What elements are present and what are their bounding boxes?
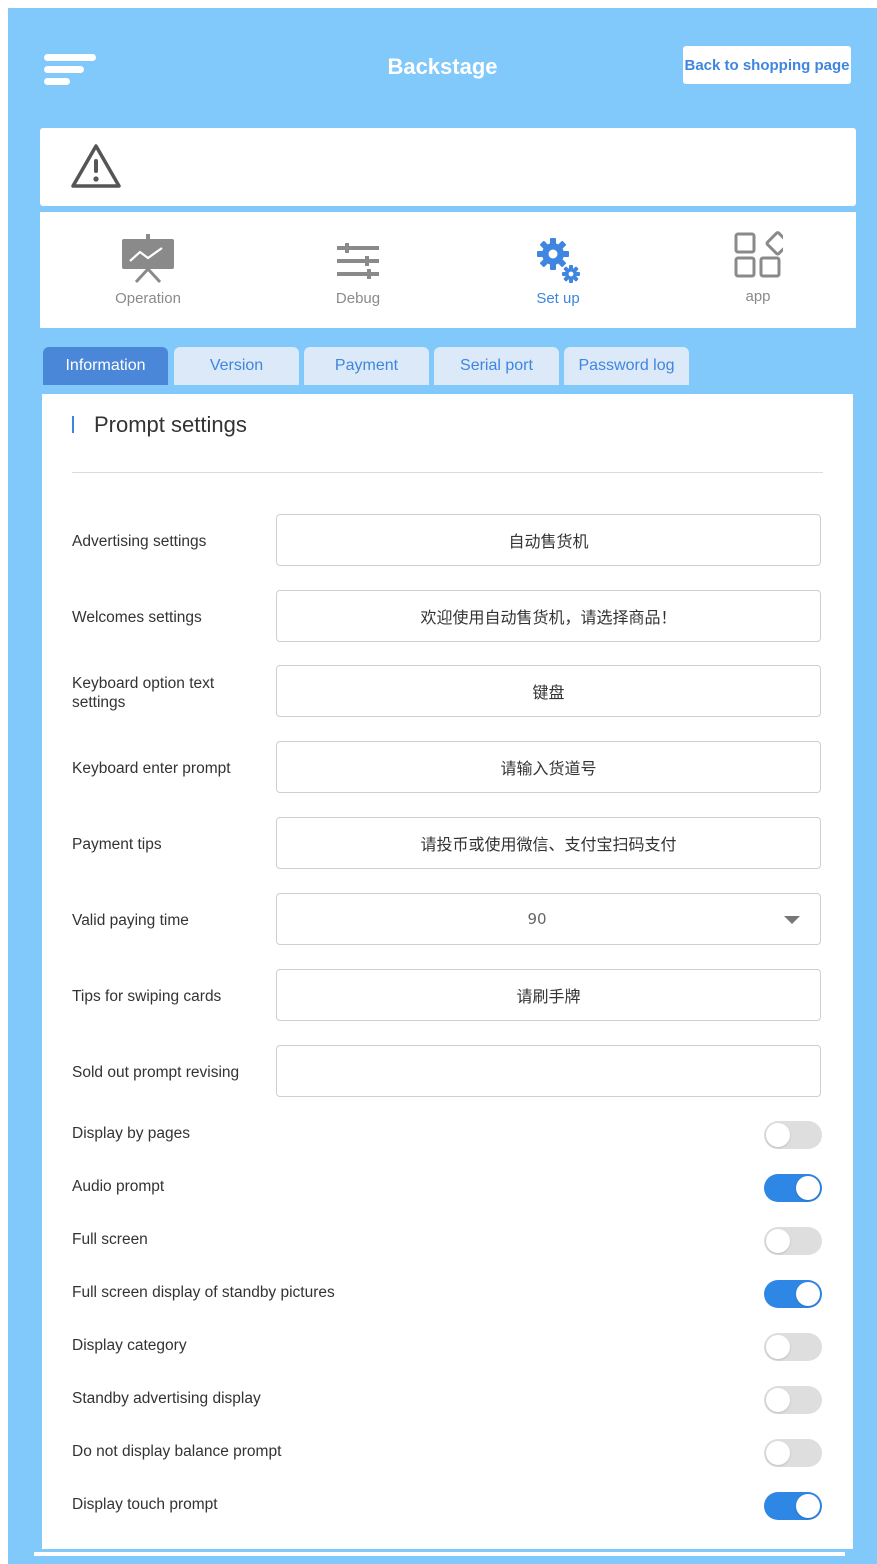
sliders-icon xyxy=(337,243,379,279)
divider xyxy=(72,472,823,473)
presentation-chart-icon xyxy=(122,234,174,284)
welcomes-settings-label: Welcomes settings xyxy=(72,609,202,626)
keyboard-option-text-label: Keyboard option text settings xyxy=(72,675,215,711)
section-accent-bar xyxy=(72,416,74,433)
standby-advertising-label: Standby advertising display xyxy=(72,1390,261,1407)
valid-paying-time-label: Valid paying time xyxy=(72,912,189,929)
section-header: Prompt settings xyxy=(72,412,247,438)
tips-swiping-cards-label: Tips for swiping cards xyxy=(72,988,222,1005)
section-title: Prompt settings xyxy=(94,412,247,437)
full-screen-toggle[interactable] xyxy=(764,1227,822,1255)
nav-label-app: app xyxy=(745,288,771,305)
valid-paying-time-value: 90 xyxy=(527,910,547,928)
warning-triangle-icon[interactable] xyxy=(70,142,122,190)
audio-prompt-toggle[interactable] xyxy=(764,1174,822,1202)
apps-grid-icon xyxy=(734,231,783,278)
touch-prompt-toggle[interactable] xyxy=(764,1492,822,1520)
nav-label-debug: Debug xyxy=(335,290,381,307)
keyboard-option-text-input[interactable]: 键盘 xyxy=(276,665,821,717)
balance-prompt-toggle[interactable] xyxy=(764,1439,822,1467)
audio-prompt-label: Audio prompt xyxy=(72,1178,165,1195)
nav-label-operation: Operation xyxy=(115,290,181,307)
next-panel-edge xyxy=(34,1552,845,1556)
nav-item-setup[interactable]: Set up xyxy=(458,212,658,328)
tab-version[interactable]: Version xyxy=(174,347,299,385)
payment-tips-label: Payment tips xyxy=(72,836,162,853)
display-by-pages-toggle[interactable] xyxy=(764,1121,822,1149)
display-category-toggle[interactable] xyxy=(764,1333,822,1361)
nav-label-setup: Set up xyxy=(536,290,580,307)
alert-bar xyxy=(40,128,856,206)
nav-item-app[interactable]: app xyxy=(658,212,858,328)
settings-panel: Prompt settings Advertising settings 自动售… xyxy=(42,394,853,1549)
standby-pictures-label: Full screen display of standby pictures xyxy=(72,1284,335,1301)
welcomes-settings-input[interactable]: 欢迎使用自动售货机，请选择商品！ xyxy=(276,590,821,642)
touch-prompt-label: Display touch prompt xyxy=(72,1496,218,1513)
gears-icon xyxy=(537,238,580,283)
back-to-shopping-button[interactable]: Back to shopping page xyxy=(683,46,851,84)
display-category-label: Display category xyxy=(72,1337,187,1354)
header: Backstage Back to shopping page xyxy=(8,8,877,118)
keyboard-enter-prompt-label: Keyboard enter prompt xyxy=(72,760,231,777)
sold-out-prompt-label: Sold out prompt revising xyxy=(72,1064,240,1081)
payment-tips-input[interactable]: 请投币或使用微信、支付宝扫码支付 xyxy=(276,817,821,869)
keyboard-enter-prompt-input[interactable]: 请输入货道号 xyxy=(276,741,821,793)
tab-payment[interactable]: Payment xyxy=(304,347,429,385)
sold-out-prompt-input[interactable] xyxy=(276,1045,821,1097)
nav-item-operation[interactable]: Operation xyxy=(48,212,248,328)
main-nav: Operation Debug Set up app xyxy=(40,212,856,328)
nav-item-debug[interactable]: Debug xyxy=(258,212,458,328)
tab-information[interactable]: Information xyxy=(43,347,168,385)
tab-serial-port[interactable]: Serial port xyxy=(434,347,559,385)
advertising-settings-input[interactable]: 自动售货机 xyxy=(276,514,821,566)
tips-swiping-cards-input[interactable]: 请刷手牌 xyxy=(276,969,821,1021)
display-by-pages-label: Display by pages xyxy=(72,1125,191,1142)
standby-advertising-toggle[interactable] xyxy=(764,1386,822,1414)
full-screen-label: Full screen xyxy=(72,1231,148,1248)
balance-prompt-label: Do not display balance prompt xyxy=(72,1443,282,1460)
chevron-down-icon xyxy=(784,916,800,924)
tab-password-log[interactable]: Password log xyxy=(564,347,689,385)
valid-paying-time-select[interactable]: 90 xyxy=(276,893,821,945)
standby-pictures-toggle[interactable] xyxy=(764,1280,822,1308)
advertising-settings-label: Advertising settings xyxy=(72,533,207,550)
app-frame: Backstage Back to shopping page Operatio… xyxy=(8,8,877,1564)
